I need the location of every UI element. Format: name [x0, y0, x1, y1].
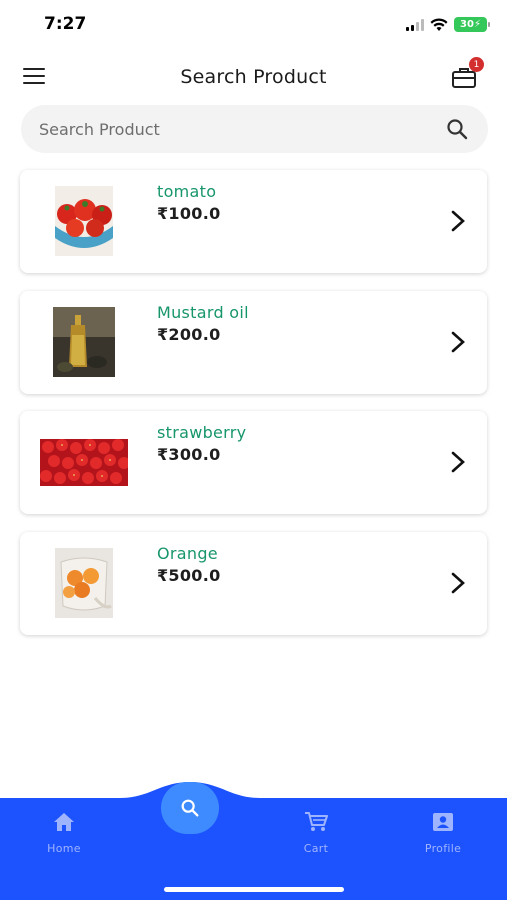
product-image-mustard-oil — [53, 307, 115, 377]
chevron-right-icon[interactable] — [450, 572, 466, 594]
product-card-strawberry[interactable]: strawberry ₹300.0 — [20, 411, 487, 514]
chevron-right-icon[interactable] — [450, 210, 466, 232]
status-time: 7:27 — [44, 14, 87, 34]
search-input[interactable] — [39, 105, 439, 153]
product-card-orange[interactable]: Orange ₹500.0 — [20, 532, 487, 635]
product-price: ₹200.0 — [157, 325, 221, 344]
product-image-strawberry — [40, 439, 128, 486]
search-icon[interactable] — [445, 117, 469, 141]
chevron-right-icon[interactable] — [450, 331, 466, 353]
product-price: ₹500.0 — [157, 566, 221, 585]
product-image-tomato — [55, 186, 113, 256]
cart-count-badge: 1 — [469, 57, 484, 72]
cart-icon — [305, 812, 328, 831]
chevron-right-icon[interactable] — [450, 451, 466, 473]
product-card-mustard-oil[interactable]: Mustard oil ₹200.0 — [20, 291, 487, 394]
home-icon — [54, 813, 74, 831]
nav-home[interactable]: Home — [19, 812, 109, 855]
status-icons: 30 ⚡ — [406, 17, 490, 32]
product-name: tomato — [157, 182, 217, 201]
product-name: Mustard oil — [157, 303, 249, 322]
battery-icon: 30 ⚡ — [454, 17, 490, 32]
search-icon — [181, 799, 199, 817]
profile-icon — [433, 813, 453, 831]
wifi-icon — [430, 17, 448, 31]
nav-home-label: Home — [47, 842, 81, 855]
search-fab-button[interactable] — [161, 782, 219, 834]
product-name: Orange — [157, 544, 218, 563]
signal-icon — [406, 18, 424, 31]
nav-profile[interactable]: Profile — [398, 812, 488, 855]
home-indicator — [164, 887, 344, 892]
app-bar: Search Product — [0, 52, 507, 104]
search-bar — [21, 105, 488, 153]
product-card-tomato[interactable]: tomato ₹100.0 — [20, 170, 487, 273]
nav-cart-label: Cart — [303, 842, 329, 855]
product-name: strawberry — [157, 423, 247, 442]
product-price: ₹300.0 — [157, 445, 221, 464]
nav-profile-label: Profile — [424, 842, 462, 855]
status-bar: 7:27 30 ⚡ — [0, 0, 507, 50]
product-price: ₹100.0 — [157, 204, 221, 223]
battery-level: 30 — [460, 19, 474, 30]
product-image-orange — [55, 548, 113, 618]
nav-cart[interactable]: Cart — [271, 812, 361, 855]
page-title: Search Product — [180, 66, 327, 88]
bottom-navigation: Home Cart Profile — [0, 782, 507, 900]
